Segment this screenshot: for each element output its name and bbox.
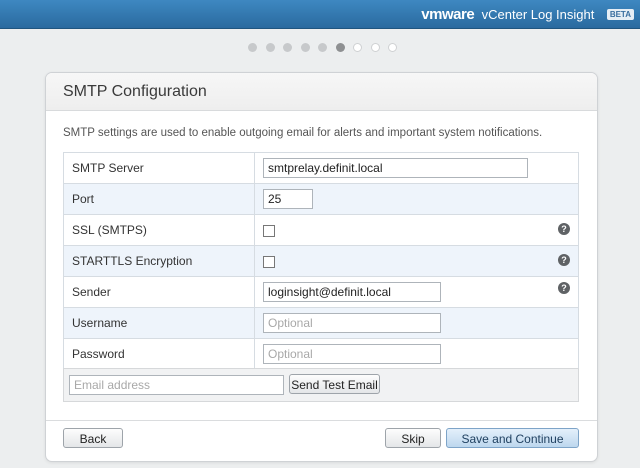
- ssl-label: SSL (SMTPS): [63, 214, 255, 246]
- port-input[interactable]: [263, 189, 313, 209]
- send-test-email-button[interactable]: Send Test Email: [289, 374, 380, 394]
- step-dot-8: [370, 43, 380, 52]
- step-dot-6-current: [335, 43, 345, 52]
- password-label: Password: [63, 338, 255, 370]
- starttls-row: STARTTLS Encryption ?: [63, 245, 579, 277]
- question-circle-icon[interactable]: ?: [558, 223, 570, 235]
- smtp-server-label: SMTP Server: [63, 152, 255, 184]
- port-label: Port: [63, 183, 255, 215]
- save-and-continue-button[interactable]: Save and Continue: [446, 428, 579, 448]
- step-dot-3: [283, 43, 292, 52]
- product-name: vCenter Log Insight: [481, 7, 595, 23]
- test-email-input[interactable]: [69, 375, 284, 395]
- step-dot-1: [248, 43, 257, 52]
- beta-badge: BETA: [606, 9, 634, 21]
- step-dot-5: [318, 43, 327, 52]
- smtp-server-input[interactable]: [263, 158, 528, 178]
- panel-description: SMTP settings are used to enable outgoin…: [63, 127, 543, 139]
- step-dot-2: [265, 43, 275, 52]
- question-circle-icon[interactable]: ?: [558, 282, 570, 294]
- smtp-settings-table: SMTP Server Port SSL (SMTPS) ? STARTTLS …: [63, 152, 579, 370]
- ssl-checkbox[interactable]: [263, 224, 275, 237]
- step-dot-4: [300, 43, 310, 52]
- step-dot-9: [388, 43, 397, 52]
- panel-header: SMTP Configuration: [46, 73, 597, 111]
- username-label: Username: [63, 307, 255, 339]
- footer-divider: [46, 420, 597, 421]
- smtp-configuration-panel: SMTP Configuration SMTP settings are use…: [45, 72, 598, 462]
- starttls-checkbox[interactable]: [263, 255, 275, 268]
- port-row: Port: [63, 183, 579, 215]
- test-email-bar: Send Test Email: [63, 368, 579, 402]
- panel-title: SMTP Configuration: [63, 83, 207, 100]
- ssl-row: SSL (SMTPS) ?: [63, 214, 579, 246]
- back-button[interactable]: Back: [63, 428, 123, 448]
- sender-input[interactable]: [263, 282, 441, 302]
- skip-button[interactable]: Skip: [385, 428, 441, 448]
- top-bar: vmware vCenter Log Insight BETA: [0, 0, 640, 29]
- username-input[interactable]: [263, 313, 441, 333]
- sender-row: Sender ?: [63, 276, 579, 308]
- password-input[interactable]: [263, 344, 441, 364]
- sender-label: Sender: [63, 276, 255, 308]
- vmware-logo: vmware: [421, 6, 475, 24]
- password-row: Password: [63, 338, 579, 370]
- starttls-label: STARTTLS Encryption: [63, 245, 255, 277]
- question-circle-icon[interactable]: ?: [558, 254, 570, 266]
- username-row: Username: [63, 307, 579, 339]
- smtp-server-row: SMTP Server: [63, 152, 579, 184]
- step-dot-7: [353, 43, 362, 52]
- brand: vmware vCenter Log Insight BETA: [421, 6, 634, 24]
